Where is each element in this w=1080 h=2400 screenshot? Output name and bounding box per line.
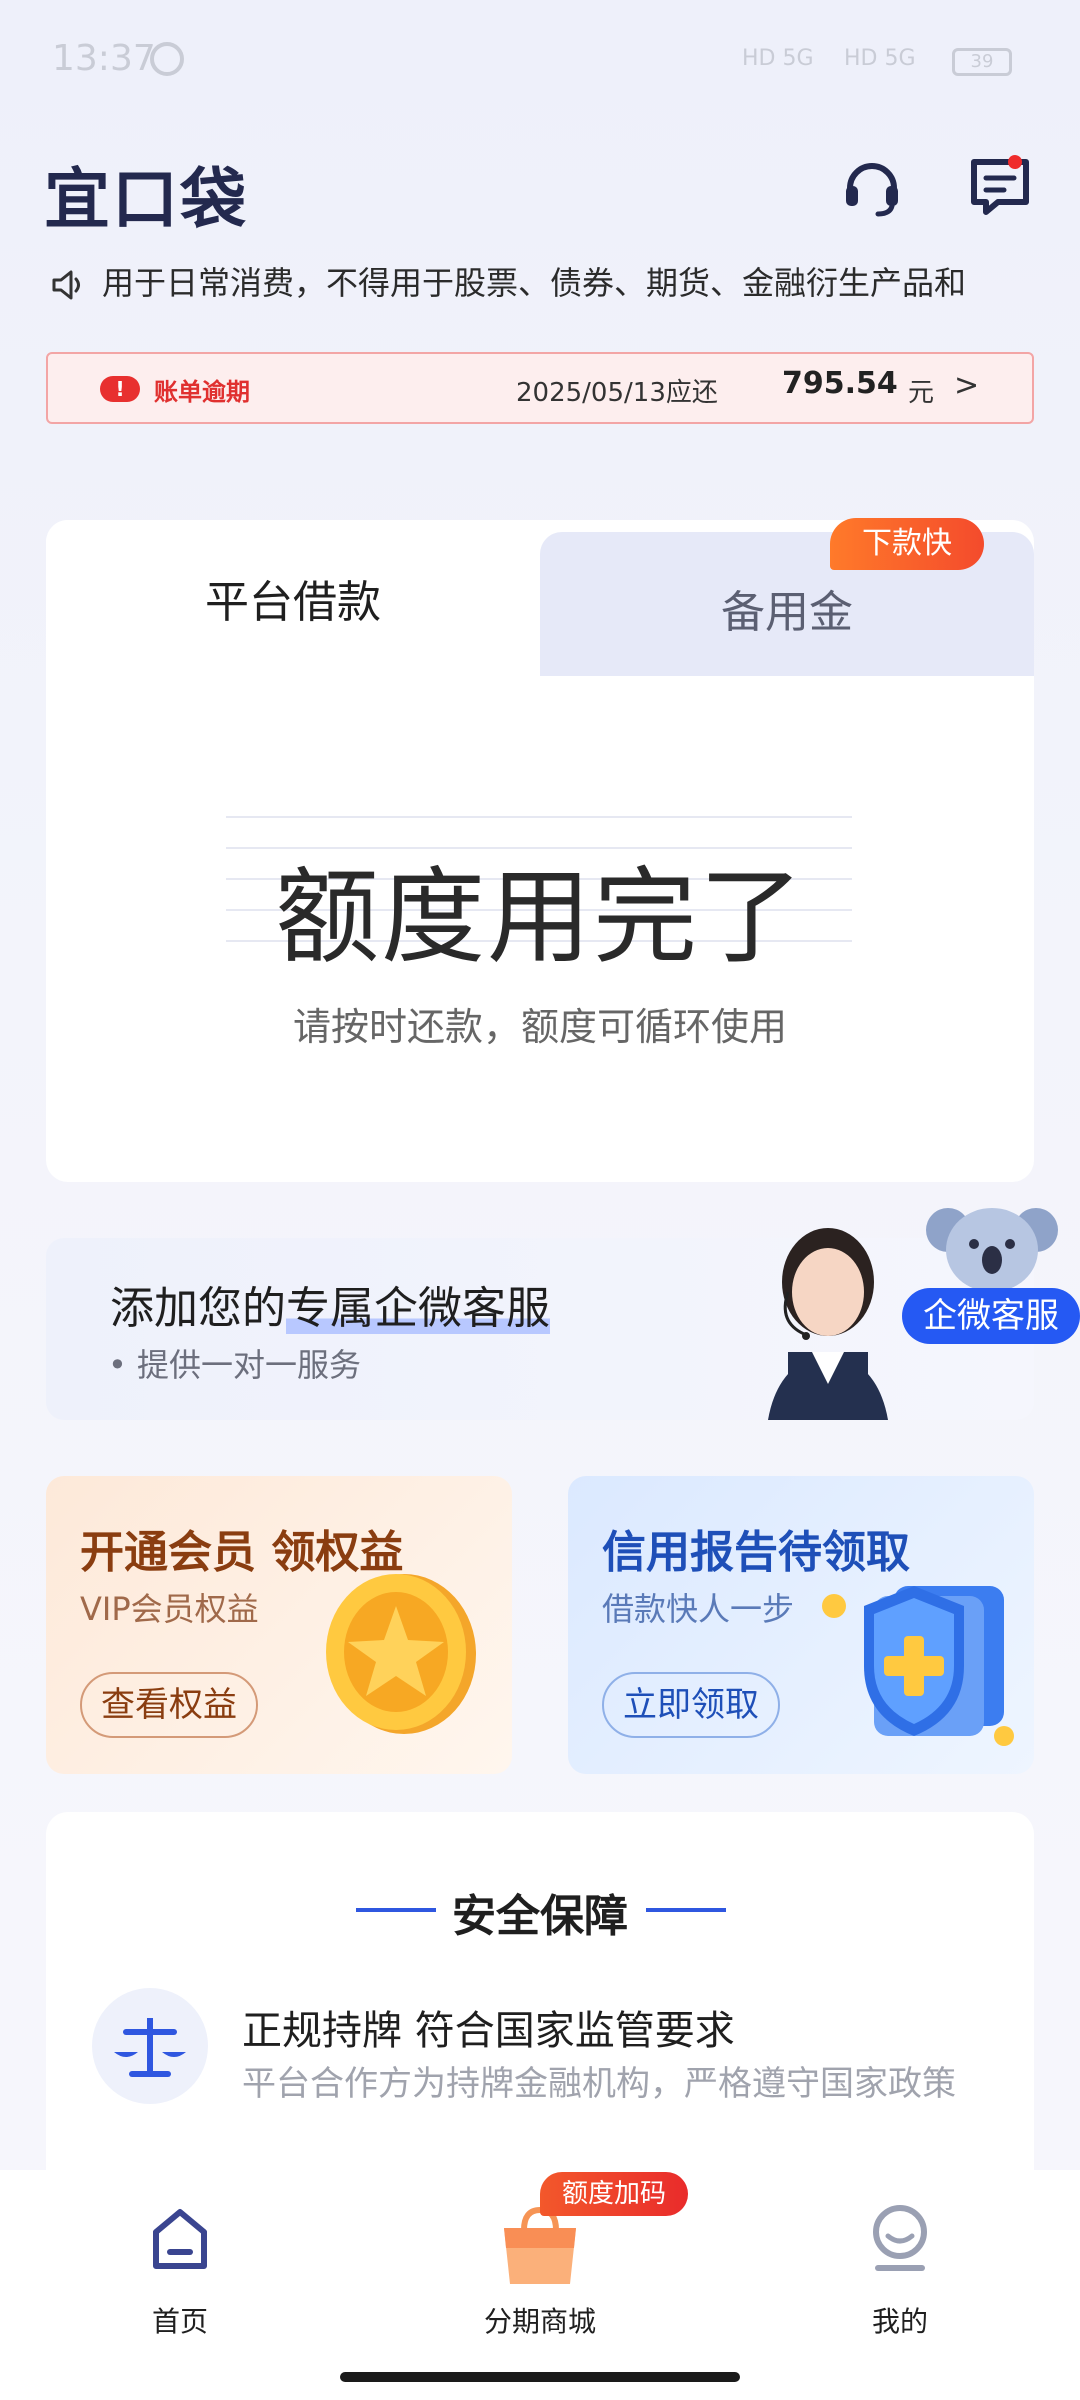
wecom-service-button[interactable]: 企微客服 (902, 1288, 1080, 1344)
view-benefits-button[interactable]: 查看权益 (80, 1672, 258, 1738)
overdue-bill-bar[interactable]: ! 账单逾期 2025/05/13应还 795.54 元 > (46, 352, 1034, 424)
credit-report-subtitle: 借款快人一步 (602, 1590, 795, 1628)
mall-promo-badge: 额度加码 (540, 2172, 688, 2216)
signal-icon: HD 5G (844, 46, 916, 71)
cs-title-highlight: 专属企微客服 (286, 1283, 550, 1334)
safety-title: 安全保障 (452, 1891, 628, 1942)
status-bar: 13:37 HD 5G HD 5G 39 (0, 0, 1080, 120)
claim-report-button[interactable]: 立即领取 (602, 1672, 780, 1738)
safety-item-desc: 平台合作方为持牌金融机构，严格遵守国家政策 (242, 2064, 956, 2104)
message-icon[interactable] (968, 154, 1032, 218)
cs-title-prefix: 添加您的 (110, 1283, 286, 1334)
quota-subtitle: 请按时还款，额度可循环使用 (292, 1005, 787, 1049)
member-promo-subtitle: VIP会员权益 (80, 1590, 259, 1628)
tab-mine-label: 我的 (871, 2305, 928, 2338)
cs-title: 添加您的专属企微客服 (110, 1272, 550, 1336)
notice-text: 用于日常消费，不得用于股票、债券、期货、金融衍生产品和 (102, 264, 967, 302)
status-time: 13:37 (52, 38, 156, 79)
tab-reserve-label: 备用金 (721, 587, 853, 638)
chevron-right-icon: > (954, 368, 980, 403)
credit-report-card[interactable]: 信用报告待领取 借款快人一步 立即领取 (568, 1476, 1034, 1774)
quota-title: 额度用完了 (274, 856, 805, 978)
alarm-icon (150, 42, 184, 76)
overdue-label: 账单逾期 (154, 378, 250, 406)
amount-unit: 元 (908, 378, 935, 408)
shopping-bag-icon (504, 2206, 576, 2284)
agent-avatar (768, 1228, 888, 1420)
signal-icon: HD 5G (742, 46, 814, 71)
profile-icon (873, 2205, 927, 2271)
tab-home-label: 首页 (151, 2305, 208, 2338)
shield-icon (822, 1586, 1014, 1746)
alert-icon: ! (100, 376, 140, 402)
star-coin-icon (326, 1574, 476, 1734)
scale-icon (92, 1988, 208, 2104)
safety-item-title: 正规持牌 符合国家监管要求 (242, 2008, 735, 2054)
battery-icon: 39 (952, 48, 1012, 76)
headset-icon[interactable] (840, 154, 904, 218)
tab-mall-label: 分期商城 (483, 2305, 596, 2338)
due-amount: 795.54 (782, 366, 898, 401)
due-date: 2025/05/13应还 (516, 378, 718, 408)
home-indicator[interactable] (340, 2372, 740, 2382)
tab-platform-label: 平台借款 (205, 577, 381, 628)
member-promo-card[interactable]: 开通会员 领权益 VIP会员权益 查看权益 (46, 1476, 512, 1774)
fast-badge: 下款快 (830, 518, 984, 570)
home-icon (153, 2209, 207, 2269)
speaker-icon (52, 270, 80, 300)
notice-marquee[interactable]: 用于日常消费，不得用于股票、债券、期货、金融衍生产品和 (48, 258, 1048, 308)
app-logo: 宜口袋 (44, 161, 248, 238)
unread-dot (1008, 155, 1022, 169)
cs-subtitle: • 提供一对一服务 (108, 1346, 362, 1384)
